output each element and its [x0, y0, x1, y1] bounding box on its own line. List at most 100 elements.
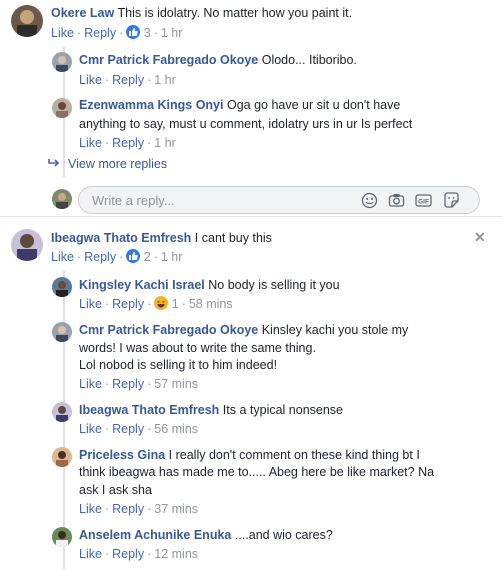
reply-author[interactable]: Cmr Patrick Fabregado Okoye — [79, 53, 258, 67]
sticker-icon[interactable] — [443, 192, 460, 209]
timestamp[interactable]: 1 hr — [154, 136, 176, 150]
like-link[interactable]: Like — [51, 26, 74, 40]
avatar[interactable] — [52, 447, 72, 467]
separator: · — [104, 297, 110, 311]
reply-link[interactable]: Reply — [112, 136, 144, 150]
reply-link[interactable]: Reply — [84, 26, 116, 40]
reply-body: Ibeagwa Thato Emfresh Its a typical nons… — [79, 402, 343, 419]
reply-arrow-icon — [48, 157, 60, 171]
like-link[interactable]: Like — [51, 250, 74, 264]
reply-body: Anselem Achunike Enuka ....and wio cares… — [79, 527, 333, 544]
comment-text: I cant buy this — [194, 231, 272, 245]
separator: · — [104, 502, 110, 516]
avatar[interactable] — [52, 322, 72, 342]
comment-body: Ibeagwa Thato Emfresh I cant buy this — [51, 230, 272, 247]
like-link[interactable]: Like — [79, 422, 102, 436]
reply-body: Priceless Gina I really don't comment on… — [79, 447, 420, 464]
reply-link[interactable]: Reply — [112, 297, 144, 311]
timestamp[interactable]: 57 mins — [154, 377, 198, 391]
avatar[interactable] — [52, 402, 72, 422]
avatar[interactable] — [11, 229, 43, 261]
reply-link[interactable]: Reply — [112, 422, 144, 436]
reply-link[interactable]: Reply — [84, 250, 116, 264]
like-link[interactable]: Like — [79, 547, 102, 561]
comment-body: Okere Law This is idolatry. No matter ho… — [51, 5, 352, 22]
separator: · — [181, 297, 186, 311]
timestamp[interactable]: 12 mins — [154, 547, 198, 561]
separator: · — [104, 136, 110, 150]
comment-actions: Like · Reply · 3 · 1 hr — [51, 25, 182, 41]
reply-link[interactable]: Reply — [112, 377, 144, 391]
like-reaction-icon[interactable] — [126, 25, 141, 39]
timestamp[interactable]: 1 hr — [161, 250, 183, 264]
separator: · — [147, 377, 152, 391]
reply-text: Olodo... Itiboribo. — [261, 53, 357, 67]
reply-body: Cmr Patrick Fabregado Okoye Kinsley kach… — [79, 322, 408, 339]
like-link[interactable]: Like — [79, 136, 102, 150]
separator: · — [147, 502, 152, 516]
smiley-icon[interactable] — [361, 192, 378, 209]
reply-text-continued: words! I was about to write the same thi… — [79, 341, 316, 355]
like-link[interactable]: Like — [79, 297, 102, 311]
reply-link[interactable]: Reply — [112, 73, 144, 87]
reply-text: Oga go have ur sit u don't have — [226, 98, 401, 112]
reply-text: Kinsley kachi you stole my — [261, 323, 409, 337]
timestamp[interactable]: 1 hr — [161, 26, 183, 40]
timestamp[interactable]: 56 mins — [154, 422, 198, 436]
like-link[interactable]: Like — [79, 502, 102, 516]
like-reaction-icon[interactable] — [126, 249, 141, 263]
reply-author[interactable]: Priceless Gina — [79, 448, 165, 462]
comment-author[interactable]: Ibeagwa Thato Emfresh — [51, 231, 191, 245]
camera-icon[interactable] — [388, 192, 405, 209]
timestamp[interactable]: 37 mins — [154, 502, 198, 516]
current-user-avatar[interactable] — [52, 189, 72, 209]
reply-actions: Like · Reply · 1 hr — [79, 135, 176, 151]
separator: · — [104, 73, 110, 87]
avatar[interactable] — [52, 277, 72, 297]
reply-link[interactable]: Reply — [112, 547, 144, 561]
separator: · — [119, 26, 124, 40]
divider — [0, 216, 502, 217]
avatar[interactable] — [52, 52, 72, 72]
reply-text-continued: anything to say, must u comment, idolatr… — [79, 117, 413, 131]
timestamp[interactable]: 58 mins — [189, 297, 233, 311]
separator: · — [147, 297, 152, 311]
reply-text: No body is selling it you — [208, 278, 340, 292]
reply-author[interactable]: Ibeagwa Thato Emfresh — [79, 403, 219, 417]
view-more-label: View more replies — [68, 157, 168, 171]
avatar[interactable] — [52, 527, 72, 547]
close-icon[interactable]: ✕ — [474, 229, 486, 246]
comment-author[interactable]: Okere Law — [51, 6, 114, 20]
reply-link[interactable]: Reply — [112, 502, 144, 516]
reaction-count[interactable]: 2 — [144, 250, 151, 264]
like-link[interactable]: Like — [79, 73, 102, 87]
reaction-count[interactable]: 1 — [172, 297, 179, 311]
reaction-count[interactable]: 3 — [144, 26, 151, 40]
reply-text-continued: Lol nobod is selling it to him indeed! — [79, 358, 278, 372]
avatar[interactable] — [52, 98, 72, 118]
reply-author[interactable]: Cmr Patrick Fabregado Okoye — [79, 323, 258, 337]
reply-body: Cmr Patrick Fabregado Okoye Olodo... Iti… — [79, 52, 357, 69]
comment-text: This is idolatry. No matter how you pain… — [117, 6, 353, 20]
separator: · — [147, 73, 152, 87]
reply-actions: Like · Reply · 12 mins — [79, 546, 198, 562]
avatar[interactable] — [11, 5, 43, 37]
comment-actions: Like · Reply · 2 · 1 hr — [51, 249, 182, 265]
reply-text: Its a typical nonsense — [222, 403, 344, 417]
reply-input[interactable]: Write a reply... GIF — [78, 186, 480, 214]
timestamp[interactable]: 1 hr — [154, 73, 176, 87]
haha-reaction-icon[interactable] — [154, 296, 169, 310]
reply-author[interactable]: Kingsley Kachi Israel — [79, 278, 205, 292]
separator: · — [147, 136, 152, 150]
view-more-replies-link[interactable]: View more replies — [48, 157, 167, 171]
separator: · — [76, 250, 82, 264]
reply-author[interactable]: Ezenwamma Kings Onyi — [79, 98, 223, 112]
reply-actions: Like · Reply · 56 mins — [79, 421, 198, 437]
reply-text: I really don't comment on these kind thi… — [168, 448, 420, 462]
reply-actions: Like · Reply · 37 mins — [79, 501, 198, 517]
separator: · — [153, 26, 158, 40]
like-link[interactable]: Like — [79, 377, 102, 391]
gif-icon[interactable]: GIF — [415, 192, 432, 209]
reply-author[interactable]: Anselem Achunike Enuka — [79, 528, 231, 542]
separator: · — [147, 547, 152, 561]
